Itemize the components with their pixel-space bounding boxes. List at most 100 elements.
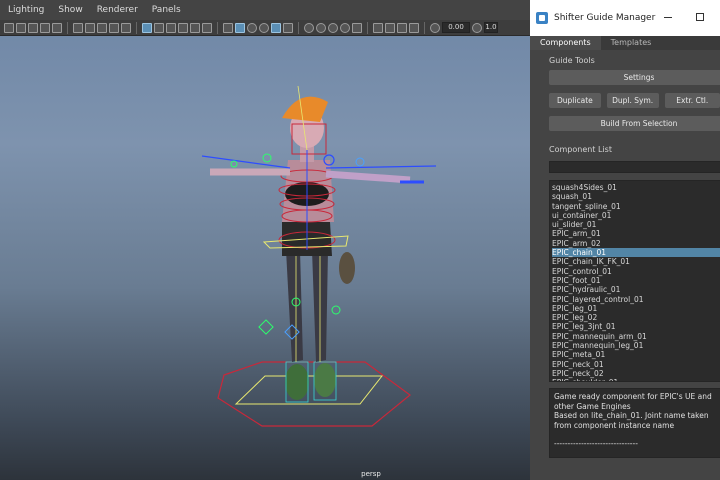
xray-icon[interactable] — [271, 22, 281, 33]
image-plane-icon[interactable] — [40, 22, 50, 33]
right-knee-guide — [331, 305, 341, 315]
component-list-item[interactable]: EPIC_mannequin_arm_01 — [552, 332, 720, 341]
component-list-item[interactable]: squash_01 — [552, 192, 720, 201]
component-list-item[interactable]: EPIC_chain_01 — [552, 248, 720, 258]
left-arm-guide — [201, 155, 291, 169]
component-list-item[interactable]: EPIC_mannequin_leg_01 — [552, 341, 720, 350]
isolate-select-icon[interactable] — [373, 22, 383, 33]
component-list-item[interactable]: ui_slider_01 — [552, 220, 720, 229]
camera-attributes-icon[interactable] — [16, 22, 26, 33]
component-list-item[interactable]: EPIC_leg_02 — [552, 313, 720, 322]
bookmark-icon[interactable] — [28, 22, 38, 33]
left-wrist-guide — [230, 160, 238, 168]
component-list-item[interactable]: EPIC_foot_01 — [552, 276, 720, 285]
component-list-item[interactable]: EPIC_leg_01 — [552, 304, 720, 313]
film-gate-icon[interactable] — [85, 22, 95, 33]
duplicate-button[interactable]: Duplicate — [549, 93, 601, 108]
settings-button[interactable]: Settings — [549, 70, 720, 85]
component-list-item[interactable]: tangent_spline_01 — [552, 202, 720, 211]
global-control-square — [234, 375, 384, 405]
tab-templates[interactable]: Templates — [601, 36, 662, 50]
toolbar-divider — [298, 21, 299, 34]
field-chart-icon[interactable] — [121, 22, 131, 33]
guide-tools-label: Guide Tools — [549, 56, 595, 65]
menu-renderer[interactable]: Renderer — [97, 5, 138, 15]
resolution-gate-icon[interactable] — [97, 22, 107, 33]
motion-blur-icon[interactable] — [340, 22, 350, 33]
hat-mesh — [282, 96, 328, 122]
component-list-item[interactable]: EPIC_leg_3jnt_01 — [552, 322, 720, 331]
viewport-menubar: Lighting Show Renderer Panels — [0, 0, 530, 20]
component-list-item[interactable]: squash4Sides_01 — [552, 183, 720, 192]
component-list-item[interactable]: EPIC_arm_02 — [552, 239, 720, 248]
sphere-icon[interactable] — [247, 22, 257, 33]
component-list-label: Component List — [549, 145, 612, 154]
component-list-item[interactable]: EPIC_neck_01 — [552, 360, 720, 369]
right-arm-mesh — [325, 170, 411, 184]
textured-icon[interactable] — [259, 22, 269, 33]
left-elbow-guide — [262, 153, 272, 163]
viewport-toolbar: 0.00 1.0 — [0, 20, 530, 36]
grease-pencil-icon[interactable] — [52, 22, 62, 33]
cube-icon[interactable] — [223, 22, 233, 33]
lights-icon[interactable] — [304, 22, 314, 33]
component-list-item[interactable]: EPIC_meta_01 — [552, 350, 720, 359]
right-arm-guide — [325, 165, 437, 169]
component-list-item[interactable]: EPIC_neck_02 — [552, 369, 720, 378]
component-list-item[interactable]: ui_container_01 — [552, 211, 720, 220]
wireframe-on-shaded-icon[interactable] — [235, 22, 245, 33]
component-search-input[interactable] — [549, 161, 720, 173]
tab-bar: Components Templates — [530, 36, 720, 50]
component-list-item[interactable]: EPIC_layered_control_01 — [552, 295, 720, 304]
camera-label: persp — [361, 470, 381, 478]
text-icon[interactable] — [202, 22, 212, 33]
grid-icon[interactable] — [142, 22, 152, 33]
app-icon — [536, 12, 548, 24]
gate-mask-icon[interactable] — [109, 22, 119, 33]
right-foot-mesh — [314, 363, 336, 397]
component-list-item[interactable]: EPIC_shoulder_01 — [552, 378, 720, 381]
ambient-occlusion-icon[interactable] — [328, 22, 338, 33]
frame-selection-icon[interactable] — [397, 22, 407, 33]
toolbar-divider — [367, 21, 368, 34]
components-panel: Guide Tools Settings Duplicate Dupl. Sym… — [530, 50, 720, 458]
info-base: Based on lite_chain_01. Joint name taken… — [554, 411, 709, 430]
wireframe-icon[interactable] — [178, 22, 188, 33]
character-rig-view[interactable] — [0, 36, 530, 480]
exposure-icon[interactable] — [430, 22, 440, 33]
exposure-field[interactable]: 0.00 — [442, 22, 470, 33]
extr-ctl-button[interactable]: Extr. Ctl. — [664, 93, 720, 108]
safe-title-icon[interactable] — [166, 22, 176, 33]
window-titlebar: Shifter Guide Manager — [530, 0, 720, 36]
component-list-item[interactable]: EPIC_control_01 — [552, 267, 720, 276]
menu-panels[interactable]: Panels — [152, 5, 181, 15]
component-list-item[interactable]: EPIC_chain_IK_FK_01 — [552, 257, 720, 266]
right-elbow-guide — [355, 157, 365, 167]
info-description: Game ready component for EPIC's UE and o… — [554, 392, 712, 411]
toolbar-divider — [424, 21, 425, 34]
build-from-selection-button[interactable]: Build From Selection — [549, 116, 720, 131]
pan-zoom-icon[interactable] — [409, 22, 419, 33]
safe-action-icon[interactable] — [154, 22, 164, 33]
maximize-icon[interactable] — [696, 13, 704, 21]
lock-camera-icon[interactable] — [73, 22, 83, 33]
shadows-icon[interactable] — [316, 22, 326, 33]
multisample-icon[interactable] — [352, 22, 362, 33]
menu-show[interactable]: Show — [58, 5, 82, 15]
frame-all-icon[interactable] — [385, 22, 395, 33]
ik-foot-control — [258, 319, 274, 335]
tab-components[interactable]: Components — [530, 36, 601, 50]
component-list[interactable]: squash4Sides_01 squash_01 tangent_spline_0… — [549, 180, 720, 382]
gamma-icon[interactable] — [472, 22, 482, 33]
xray-joints-icon[interactable] — [283, 22, 293, 33]
menu-lighting[interactable]: Lighting — [8, 5, 44, 15]
dupl-sym-button[interactable]: Dupl. Sym. — [606, 93, 659, 108]
component-list-item[interactable]: EPIC_arm_01 — [552, 229, 720, 238]
smooth-shade-icon[interactable] — [190, 22, 200, 33]
maya-viewport[interactable]: Lighting Show Renderer Panels 0.00 1.0 p… — [0, 0, 530, 480]
minimize-icon[interactable] — [664, 17, 672, 18]
component-list-item[interactable]: EPIC_hydraulic_01 — [552, 285, 720, 294]
gamma-field[interactable]: 1.0 — [484, 22, 498, 33]
window-title: Shifter Guide Manager — [554, 13, 656, 23]
select-camera-icon[interactable] — [4, 22, 14, 33]
